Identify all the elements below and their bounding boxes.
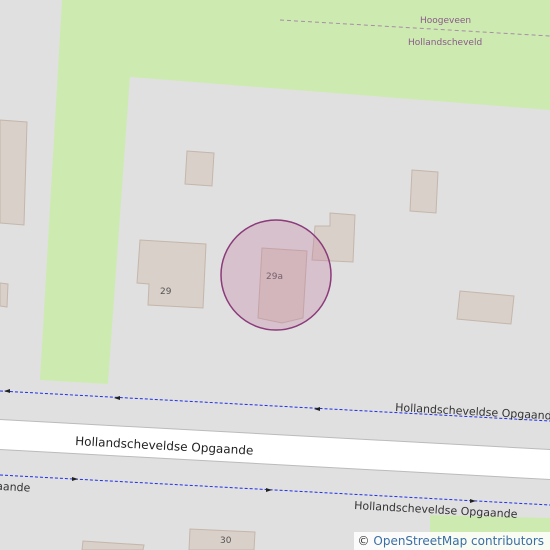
building (184, 150, 215, 187)
building (0, 282, 9, 308)
attribution-link[interactable]: OpenStreetMap contributors (373, 534, 544, 548)
path-arrow (4, 389, 10, 393)
path-south[interactable] (0, 474, 550, 506)
house-number-29: 29 (160, 287, 172, 297)
path-arrow (72, 477, 78, 481)
map-canvas[interactable]: Hoogeveen Hollandscheveld 29 29a 30 Holl… (0, 0, 550, 550)
path-south-label-left: aande (0, 480, 31, 495)
label-hoogeveen: Hoogeveen (420, 16, 471, 26)
house-number-30: 30 (220, 536, 232, 546)
building (409, 169, 439, 214)
path-arrow (314, 407, 320, 411)
building (81, 540, 145, 550)
location-marker[interactable] (220, 219, 332, 331)
building (456, 290, 515, 325)
copyright-symbol: © (357, 534, 370, 548)
building (0, 119, 28, 226)
path-arrow (470, 499, 476, 503)
map-attribution: © OpenStreetMap contributors (353, 532, 550, 550)
path-arrow (114, 396, 120, 400)
path-arrow (266, 488, 272, 492)
label-hollandscheveld: Hollandscheveld (408, 38, 482, 48)
road-hollandscheveldse-opgaande[interactable] (0, 420, 550, 479)
